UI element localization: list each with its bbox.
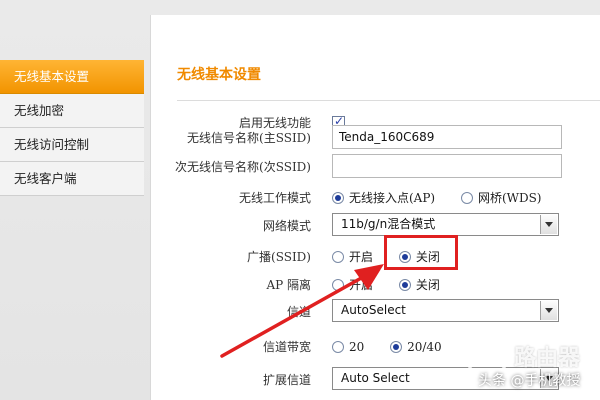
work-mode-wds-radio[interactable]: 网桥(WDS) (460, 185, 541, 211)
page-title: 无线基本设置 (177, 67, 261, 83)
ext-channel-label: 扩展信道 (262, 373, 311, 387)
network-mode-select[interactable]: 11b/g/n混合模式 (332, 213, 559, 236)
row-ap-isolation: AP 隔离 开启 关闭 (151, 272, 600, 298)
sidebar-item-wireless-clients[interactable]: 无线客户端 (0, 162, 144, 196)
work-mode-radio-group: 无线接入点(AP) 网桥(WDS) (332, 185, 563, 211)
network-mode-value: 11b/g/n混合模式 (341, 217, 436, 231)
radio-dot-icon (398, 279, 411, 291)
broadcast-label: 广播(SSID) (247, 250, 311, 264)
row-network-mode: 网络模式 11b/g/n混合模式 (151, 213, 600, 239)
broadcast-off-radio[interactable]: 关闭 (398, 244, 440, 270)
row-channel: 信道 AutoSelect (151, 299, 600, 325)
watermark-footer: 头条 @手机教授 (478, 373, 581, 389)
watermark-brand: 路由器 (514, 346, 581, 371)
row-work-mode: 无线工作模式 无线接入点(AP) 网桥(WDS) (151, 185, 600, 211)
broadcast-radio-group: 开启 关闭 (332, 244, 462, 270)
broadcast-on-radio[interactable]: 开启 (332, 244, 373, 270)
ap-isolation-off-radio[interactable]: 关闭 (398, 272, 440, 298)
chevron-down-icon (545, 308, 553, 313)
ssid-secondary-label: 次无线信号名称(次SSID) (175, 160, 311, 174)
radio-dot-icon (332, 192, 344, 204)
row-broadcast: 广播(SSID) 开启 关闭 (151, 244, 600, 270)
sidebar-item-wireless-security[interactable]: 无线加密 (0, 94, 144, 128)
channel-select[interactable]: AutoSelect (332, 299, 559, 322)
chevron-down-icon (545, 222, 553, 227)
bandwidth-2040-radio[interactable]: 20/40 (390, 334, 442, 360)
network-mode-label: 网络模式 (262, 219, 311, 233)
title-divider (177, 100, 600, 101)
radio-dot-icon (332, 251, 344, 263)
channel-label: 信道 (286, 305, 311, 319)
channel-value: AutoSelect (341, 303, 406, 317)
sidebar: 无线基本设置 无线加密 无线访问控制 无线客户端 (0, 60, 144, 196)
ap-isolation-on-radio[interactable]: 开启 (332, 272, 373, 298)
work-mode-ap-radio[interactable]: 无线接入点(AP) (332, 185, 435, 211)
work-mode-label: 无线工作模式 (238, 191, 311, 205)
row-ssid-primary: 无线信号名称(主SSID) Tenda_160C689 (151, 125, 600, 151)
sidebar-item-wireless-basic[interactable]: 无线基本设置 (0, 60, 144, 94)
ssid-primary-label: 无线信号名称(主SSID) (187, 131, 311, 145)
bandwidth-radio-group: 20 20/40 (332, 334, 464, 360)
bandwidth-20-radio[interactable]: 20 (332, 334, 364, 360)
router-admin-page: 无线基本设置 无线加密 无线访问控制 无线客户端 无线基本设置 启用无线功能 ✓… (0, 0, 600, 400)
radio-dot-icon (332, 341, 344, 353)
sidebar-item-access-control[interactable]: 无线访问控制 (0, 128, 144, 162)
radio-dot-icon (390, 341, 403, 353)
ext-channel-value: Auto Select (341, 371, 410, 385)
ap-isolation-label: AP 隔离 (266, 278, 311, 292)
ap-isolation-radio-group: 开启 关闭 (332, 272, 462, 298)
radio-dot-icon (398, 251, 411, 263)
ssid-secondary-input[interactable] (332, 154, 562, 178)
row-ssid-secondary: 次无线信号名称(次SSID) (151, 154, 600, 180)
dropdown-button[interactable] (540, 301, 557, 320)
radio-dot-icon (460, 192, 473, 204)
ssid-primary-input[interactable]: Tenda_160C689 (332, 125, 562, 149)
radio-dot-icon (332, 279, 344, 291)
bandwidth-label: 信道带宽 (262, 340, 311, 354)
dropdown-button[interactable] (540, 215, 557, 234)
